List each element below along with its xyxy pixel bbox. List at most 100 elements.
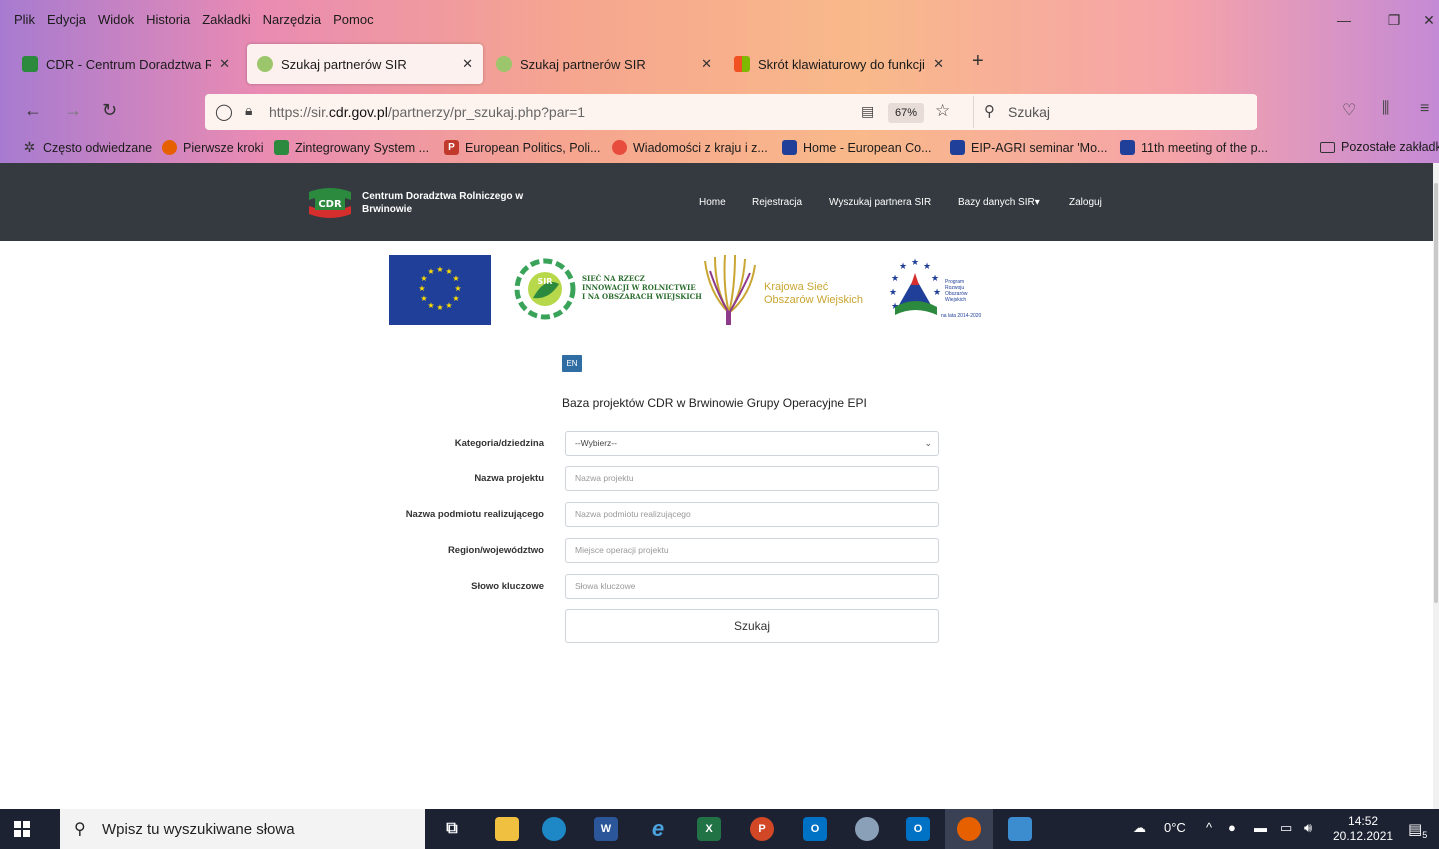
svg-text:★: ★ [923,262,931,272]
restore-icon[interactable]: ❐ [1369,0,1419,40]
menu-historia[interactable]: Historia [146,12,190,27]
keywords-input[interactable]: Słowa kluczowe [565,574,939,599]
tab-close-icon[interactable]: ✕ [701,56,712,72]
bookmark-home-european[interactable]: Home - European Co... [782,140,932,155]
language-en-button[interactable]: EN [562,355,582,372]
entity-name-input[interactable]: Nazwa podmiotu realizującego [565,502,939,527]
word-icon[interactable]: W [594,817,618,841]
windows-start-icon[interactable] [14,821,30,837]
library-icon[interactable]: ⫼ [1382,100,1389,118]
bookmark-zintegrowany[interactable]: Zintegrowany System ... [274,140,429,155]
search-icon: ⚲ [74,821,86,838]
news-icon [612,140,627,155]
weather-temp[interactable]: 0°C [1164,820,1186,835]
zoom-level[interactable]: 67% [888,103,924,123]
tab-title: CDR - Centrum Doradztwa Roln [46,56,212,72]
tab-cdr[interactable]: CDR - Centrum Doradztwa Roln ✕ [12,44,240,84]
bookmark-czesto[interactable]: ✲ Często odwiedzane [22,139,152,155]
paint-icon[interactable] [855,817,879,841]
sir-favicon-icon [496,56,512,72]
volume-icon[interactable]: 🔊︎ [1304,820,1312,836]
menu-widok[interactable]: Widok [98,12,134,27]
tab-close-icon[interactable]: ✕ [933,56,944,72]
svg-text:★: ★ [899,262,907,272]
svg-text:★: ★ [427,301,434,310]
tray-app-icon[interactable]: ● [1228,820,1236,835]
taskbar-search[interactable]: ⚲ Wpisz tu wyszukiwane słowa [60,809,425,849]
microsoft-favicon-icon [734,56,750,72]
menu-pomoc[interactable]: Pomoc [333,12,373,27]
bookmark-11th-meeting[interactable]: 11th meeting of the p... [1120,140,1268,155]
svg-text:★: ★ [452,274,459,283]
tab-skrot[interactable]: Skrót klawiaturowy do funkcji P ✕ [724,44,954,84]
tab-close-icon[interactable]: ✕ [462,56,473,72]
project-name-input[interactable]: Nazwa projektu [565,466,939,491]
pocket-icon[interactable]: ♡ [1342,100,1356,120]
svg-text:CDR: CDR [318,199,342,210]
task-view-icon[interactable]: ⧉ [440,817,464,841]
lock-icon[interactable]: 🔒︎ [245,102,252,119]
excel-icon[interactable]: X [697,817,721,841]
notifications-icon[interactable]: ▤5 [1408,820,1427,840]
file-explorer-icon[interactable] [495,817,519,841]
menu-plik[interactable]: Plik [14,12,35,27]
tracking-shield-icon[interactable]: ◯ [215,102,233,122]
firefox-icon[interactable] [957,817,981,841]
bookmark-eip-agri[interactable]: EIP-AGRI seminar 'Mo... [950,140,1107,155]
eu-flag-icon [950,140,965,155]
nav-bazy-dropdown[interactable]: Bazy danych SIR▾ [958,197,1040,208]
svg-text:★: ★ [454,284,461,293]
cdr-logo-icon[interactable]: CDR [307,186,353,220]
svg-text:★: ★ [436,265,443,274]
svg-text:★: ★ [933,288,941,298]
new-tab-icon[interactable]: + [972,50,984,73]
region-input[interactable]: Miejsce operacji projektu [565,538,939,563]
entity-name-row: Nazwa podmiotu realizującego Nazwa podmi… [0,502,1439,528]
window-controls: — ❐ ✕ [1319,0,1439,40]
nav-home[interactable]: Home [699,197,726,208]
edge-icon[interactable] [542,817,566,841]
outlook-mail-icon[interactable]: O [906,817,930,841]
menu-bar: Plik Edycja Widok Historia Zakładki Narz… [0,0,1439,40]
tab-title: Szukaj partnerów SIR [520,56,646,72]
forward-icon[interactable]: → [64,100,82,121]
bookmark-wiadomosci[interactable]: Wiadomości z kraju i z... [612,140,768,155]
display-icon[interactable]: ▭ [1280,820,1292,836]
powerpoint-icon[interactable]: P [750,817,774,841]
close-window-icon[interactable]: ✕ [1419,0,1439,40]
menu-narzedzia[interactable]: Narzędzia [263,12,322,27]
url-text[interactable]: https://sir.cdr.gov.pl/partnerzy/pr_szuk… [269,104,585,120]
nav-wyszukaj[interactable]: Wyszukaj partnera SIR [829,197,931,208]
svg-text:★: ★ [911,258,919,268]
minimize-icon[interactable]: — [1319,0,1369,40]
outlook-icon[interactable]: O [803,817,827,841]
nav-rejestracja[interactable]: Rejestracja [752,197,802,208]
brand-name[interactable]: Centrum Doradztwa Rolniczego w Brwinowie [362,190,542,216]
menu-zakladki[interactable]: Zakładki [202,12,250,27]
prow-date-text: na lata 2014-2020 [941,313,982,319]
bookmark-european-politics[interactable]: P European Politics, Poli... [444,140,601,155]
photos-icon[interactable] [1008,817,1032,841]
reload-icon[interactable]: ↻ [102,100,117,121]
url-bar[interactable]: ◯ 🔒︎ https://sir.cdr.gov.pl/partnerzy/pr… [205,94,1257,130]
network-icon[interactable]: ▬ [1254,820,1267,835]
category-row: Kategoria/dziedzina --Wybierz-- ⌄ [0,431,1439,457]
tab-szukaj[interactable]: Szukaj partnerów SIR ✕ [486,44,722,84]
tab-close-icon[interactable]: ✕ [219,56,230,72]
bookmark-star-icon[interactable]: ☆ [935,101,950,121]
hamburger-menu-icon[interactable]: ≡ [1420,100,1429,118]
search-box[interactable]: ⚲ Szukaj [973,96,1257,128]
weather-icon[interactable]: ☁ [1133,820,1146,836]
tab-szukaj-active[interactable]: Szukaj partnerów SIR ✕ [247,44,483,84]
internet-explorer-icon[interactable]: e [646,816,670,841]
taskbar-clock[interactable]: 14:52 20.12.2021 [1333,814,1393,844]
bookmark-pierwsze[interactable]: Pierwsze kroki [162,140,264,155]
back-icon[interactable]: ← [24,100,42,121]
search-submit-button[interactable]: Szukaj [565,609,939,643]
reader-view-icon[interactable]: ▤ [861,103,874,120]
category-select[interactable]: --Wybierz-- ⌄ [565,431,939,456]
tray-chevron-up-icon[interactable]: ^ [1206,820,1212,835]
nav-zaloguj[interactable]: Zaloguj [1069,197,1102,208]
bookmark-pozostale[interactable]: Pozostałe zakładki [1320,140,1439,154]
menu-edycja[interactable]: Edycja [47,12,86,27]
